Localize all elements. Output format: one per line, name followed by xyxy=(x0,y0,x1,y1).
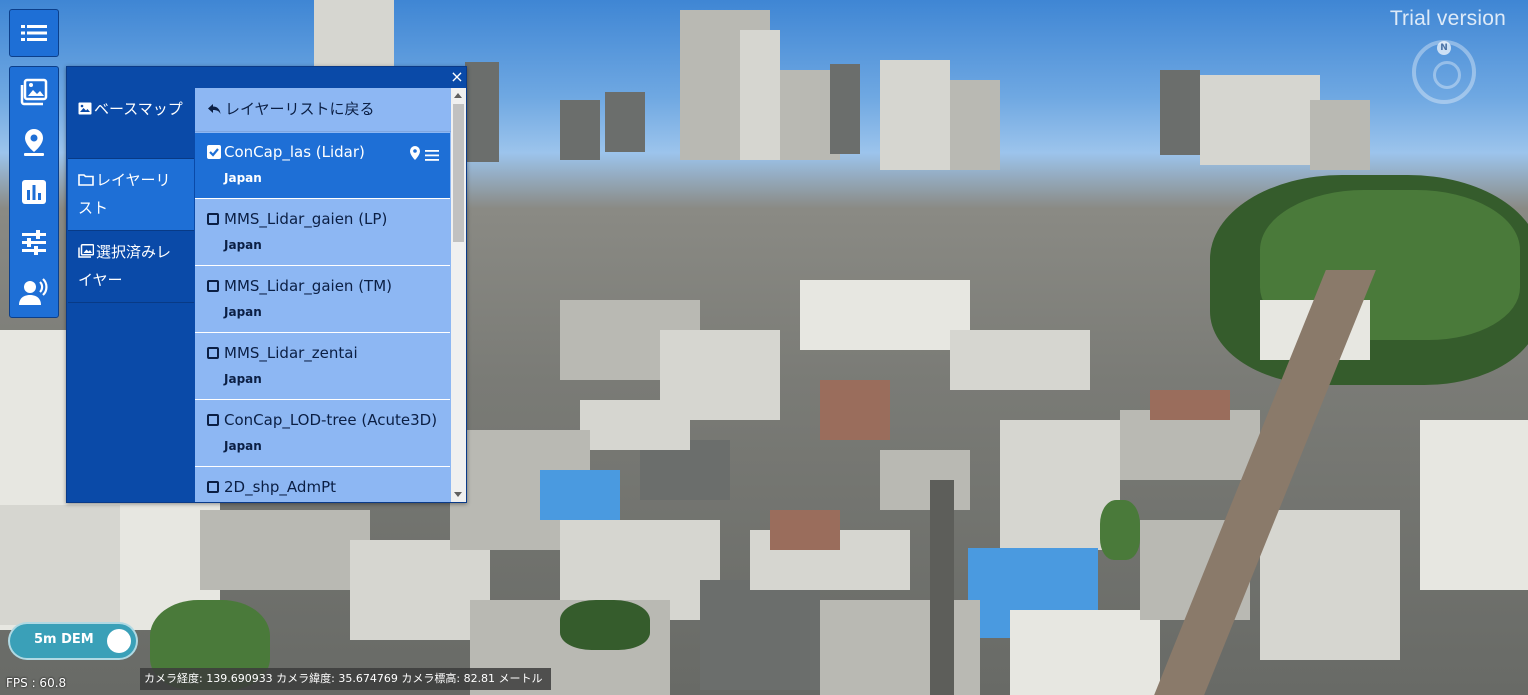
layer-name: 2D_shp_AdmPt xyxy=(224,478,336,496)
layer-name: ConCap_las (Lidar) xyxy=(224,143,365,161)
compass-north-icon: N xyxy=(1437,41,1451,55)
nav-selected-layers[interactable]: 選択済みレイヤー xyxy=(68,231,194,303)
fps-counter: FPS : 60.8 xyxy=(6,676,67,690)
tower xyxy=(830,64,860,154)
building xyxy=(350,540,490,640)
layer-item[interactable]: MMS_Lidar_gaien (LP) Japan xyxy=(195,200,450,266)
layer-item[interactable]: ConCap_LOD-tree (Acute3D) Japan xyxy=(195,401,450,467)
location-pin-icon xyxy=(22,127,46,157)
tower xyxy=(1310,100,1370,170)
layers-tool-button[interactable] xyxy=(10,67,58,117)
building xyxy=(1420,420,1528,590)
zoom-to-layer-pin-icon[interactable] xyxy=(410,145,420,164)
compass-ring xyxy=(1433,61,1461,89)
main-menu-button[interactable] xyxy=(9,9,59,57)
nav-basemap-label: ベースマップ xyxy=(94,100,183,118)
building xyxy=(1120,410,1260,480)
tower xyxy=(880,60,950,170)
layer-item[interactable]: ConCap_las (Lidar) Japan xyxy=(195,133,450,199)
nav-layer-list[interactable]: レイヤーリスト xyxy=(68,159,194,231)
tower xyxy=(314,0,394,70)
drag-handle-icon[interactable] xyxy=(425,146,439,165)
layer-name: MMS_Lidar_zentai xyxy=(224,344,358,362)
tower xyxy=(950,80,1000,170)
layer-item[interactable]: MMS_Lidar_gaien (TM) Japan xyxy=(195,267,450,333)
dem-toggle-label: 5m DEM xyxy=(34,632,94,647)
layer-item[interactable]: MMS_Lidar_zentai Japan xyxy=(195,334,450,400)
list-icon xyxy=(21,23,47,43)
building xyxy=(1010,610,1160,695)
building xyxy=(580,400,690,450)
red-roof-building xyxy=(770,510,840,550)
layer-checkbox[interactable] xyxy=(207,213,219,225)
bar-chart-icon xyxy=(21,179,47,205)
layer-name: MMS_Lidar_gaien (TM) xyxy=(224,277,393,295)
reply-arrow-icon xyxy=(207,101,221,119)
layer-name: MMS_Lidar_gaien (LP) xyxy=(224,210,388,228)
layer-region: Japan xyxy=(224,305,262,319)
scroll-thumb[interactable] xyxy=(453,104,464,242)
tower xyxy=(1200,75,1320,165)
camera-coordinates-bar: カメラ経度: 139.690933 カメラ緯度: 35.674769 カメラ標高… xyxy=(140,668,551,690)
nav-basemap[interactable]: ベースマップ xyxy=(68,88,194,159)
layer-checkbox[interactable] xyxy=(207,347,219,359)
blue-roof xyxy=(540,470,620,520)
building xyxy=(200,510,370,590)
scroll-up-arrow-icon[interactable] xyxy=(454,93,462,98)
street xyxy=(930,480,954,695)
image-icon xyxy=(78,97,92,124)
layer-region: Japan xyxy=(224,439,262,453)
tower xyxy=(560,100,600,160)
red-roof-building xyxy=(820,380,890,440)
layer-region: Japan xyxy=(224,171,262,185)
layer-name: ConCap_LOD-tree (Acute3D) xyxy=(224,411,438,429)
building xyxy=(880,450,970,510)
building xyxy=(950,330,1090,390)
red-roof-building xyxy=(1150,390,1230,420)
layer-checkbox[interactable] xyxy=(207,280,219,292)
layer-checkbox[interactable] xyxy=(207,414,219,426)
panel-side-nav: ベースマップ レイヤーリスト 選択済みレイヤー xyxy=(68,88,194,303)
images-icon xyxy=(78,240,95,267)
foreground-building xyxy=(0,505,120,625)
voice-tool-button[interactable] xyxy=(10,267,58,317)
settings-tool-button[interactable] xyxy=(10,217,58,267)
speaking-person-icon xyxy=(19,278,49,306)
close-icon[interactable]: × xyxy=(448,68,466,86)
tree xyxy=(1100,500,1140,560)
left-toolbar xyxy=(9,66,59,318)
tree xyxy=(560,600,650,650)
layer-list-scrollbar[interactable] xyxy=(451,88,466,502)
building xyxy=(1260,510,1400,660)
layer-list[interactable]: レイヤーリストに戻る ConCap_las (Lidar) Japan MMS_… xyxy=(195,88,466,502)
layer-checkbox-checked[interactable] xyxy=(207,145,221,159)
back-label: レイヤーリストに戻る xyxy=(225,100,375,118)
folder-icon xyxy=(78,168,94,195)
tower xyxy=(740,30,780,160)
tower xyxy=(1160,70,1200,155)
layer-region: Japan xyxy=(224,238,262,252)
trial-watermark: Trial version xyxy=(1389,7,1506,30)
layers-icon xyxy=(19,77,49,107)
building xyxy=(800,280,970,350)
chart-tool-button[interactable] xyxy=(10,167,58,217)
layer-checkbox[interactable] xyxy=(207,481,219,493)
sliders-icon xyxy=(21,229,47,255)
back-to-layer-list-button[interactable]: レイヤーリストに戻る xyxy=(195,88,466,132)
layer-item[interactable]: 2D_shp_AdmPt xyxy=(195,468,450,502)
location-tool-button[interactable] xyxy=(10,117,58,167)
toggle-knob xyxy=(107,629,131,653)
layer-region: Japan xyxy=(224,372,262,386)
building xyxy=(700,580,820,690)
dem-toggle-switch[interactable]: 5m DEM xyxy=(8,622,138,660)
tower xyxy=(605,92,645,152)
scroll-down-arrow-icon[interactable] xyxy=(454,492,462,497)
compass-widget[interactable]: N xyxy=(1412,40,1476,104)
tower xyxy=(465,62,499,162)
building xyxy=(820,600,980,695)
